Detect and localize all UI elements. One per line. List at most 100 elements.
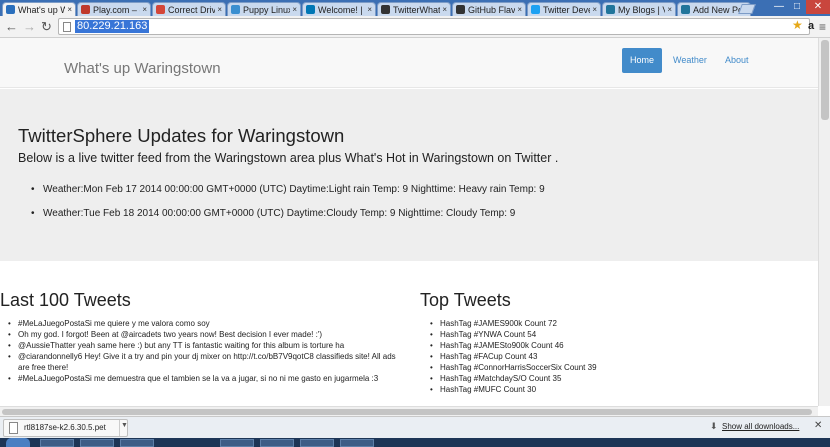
tab-label: My Blogs | V <box>618 4 666 15</box>
vertical-scrollbar[interactable] <box>818 38 830 406</box>
download-item[interactable]: rtl8187se-k2.6.30.5.pet ▼ <box>3 419 128 437</box>
os-taskbar <box>0 438 830 447</box>
taskbar-app[interactable] <box>40 439 74 447</box>
reload-icon[interactable]: ↻ <box>41 19 52 35</box>
hashtag-item: HashTag #MatchdayS/O Count 35 <box>430 373 810 384</box>
weather-list: Weather:Mon Feb 17 2014 00:00:00 GMT+000… <box>31 184 545 232</box>
browser-tab[interactable]: Puppy Linux × <box>227 2 301 16</box>
hashtag-item: HashTag #ConnorHarrisSoccerSix Count 39 <box>430 362 810 373</box>
tab-label: Puppy Linux <box>243 4 291 15</box>
gmail-icon <box>156 5 165 14</box>
forward-icon[interactable]: → <box>23 19 36 35</box>
tab-close-icon[interactable]: × <box>592 5 597 14</box>
browser-toolbar: ← → ↻ 80.229.21.163 <box>0 16 830 38</box>
minimize-icon[interactable]: — <box>770 0 788 14</box>
browser-tab[interactable]: Twitter Deve × <box>527 2 601 16</box>
nav-home[interactable]: Home <box>622 48 662 73</box>
tweets-title: Last 100 Tweets <box>0 290 131 310</box>
tab-close-icon[interactable]: × <box>217 5 222 14</box>
url-text[interactable]: 80.229.21.163 <box>75 20 150 33</box>
browser-tab[interactable]: Welcome! | l × <box>302 2 376 16</box>
tab-close-icon[interactable]: × <box>667 5 672 14</box>
site-brand[interactable]: What's up Waringstown <box>64 60 221 77</box>
bookmark-star-icon[interactable]: ★ <box>792 18 803 32</box>
page-icon <box>63 22 71 32</box>
address-bar[interactable]: 80.229.21.163 <box>58 18 810 35</box>
browser-tab[interactable]: My Blogs | V × <box>602 2 676 16</box>
browser-tab[interactable]: What's up W × <box>2 2 76 16</box>
browser-tab[interactable]: TwitterWhat × <box>377 2 451 16</box>
tab-label: GitHub Flavo <box>468 4 516 15</box>
tweet-item: #MeLaJuegoPostaSi me demuestra que el ta… <box>8 373 400 384</box>
hashtag-item: HashTag #YNWA Count 54 <box>430 329 810 340</box>
tweet-item: Oh my god. I forgot! Been at @aircadets … <box>8 329 400 340</box>
top-tweets-title: Top Tweets <box>420 290 511 310</box>
close-window-icon[interactable]: ✕ <box>806 0 830 14</box>
chevron-down-icon[interactable]: ▼ <box>121 422 128 429</box>
hashtag-list: HashTag #JAMES900k Count 72 HashTag #YNW… <box>420 318 810 395</box>
taskbar-app[interactable] <box>340 439 374 447</box>
tweets-column: Last 100 Tweets #MeLaJuegoPostaSi me qui… <box>0 290 400 384</box>
tab-close-icon[interactable]: × <box>67 5 72 14</box>
weather-item: Weather:Tue Feb 18 2014 00:00:00 GMT+000… <box>31 208 545 232</box>
taskbar-app[interactable] <box>220 439 254 447</box>
tab-close-icon[interactable]: × <box>292 5 297 14</box>
horizontal-scrollbar[interactable] <box>0 406 818 416</box>
tweet-item: #MeLaJuegoPostaSi me quiere y me valora … <box>8 318 400 329</box>
page-viewport: What's up Waringstown Home Weather About… <box>0 38 818 406</box>
tab-label: What's up W <box>18 4 66 15</box>
tab-label: Add New Po <box>693 4 741 15</box>
wordpress-icon <box>606 5 615 14</box>
nav-weather[interactable]: Weather <box>673 48 707 73</box>
amazon-extension-icon[interactable]: a <box>808 20 814 32</box>
tab-label: Correct Driv <box>168 4 216 15</box>
tab-strip: What's up W × Play.com – (× Correct Driv × Pu… <box>0 0 830 16</box>
taskbar-app[interactable] <box>120 439 154 447</box>
top-tweets-column: Top Tweets HashTag #JAMES900k Count 72 H… <box>420 290 810 395</box>
tab-label: Play.com – ( <box>93 4 141 15</box>
tab-label: Twitter Deve <box>543 4 591 15</box>
taskbar-app[interactable] <box>260 439 294 447</box>
tweet-item: @AussieThatter yeah same here :) but any… <box>8 340 400 351</box>
hashtag-item: HashTag #FACup Count 43 <box>430 351 810 362</box>
wordpress-icon <box>681 5 690 14</box>
tab-close-icon[interactable]: × <box>142 5 147 14</box>
jumbotron: TwitterSphere Updates for Waringstown Be… <box>0 89 818 261</box>
horizontal-scroll-thumb[interactable] <box>2 409 812 415</box>
download-shelf: rtl8187se-k2.6.30.5.pet ▼ ⬇ Show all dow… <box>0 416 830 438</box>
browser-tab[interactable]: Correct Driv × <box>152 2 226 16</box>
divider <box>119 420 120 436</box>
file-icon <box>9 422 18 434</box>
github-icon <box>381 5 390 14</box>
vertical-scroll-thumb[interactable] <box>821 40 829 120</box>
tab-close-icon[interactable]: × <box>442 5 447 14</box>
hashtag-item: HashTag #MUFC Count 30 <box>430 384 810 395</box>
browser-tab[interactable]: GitHub Flavo × <box>452 2 526 16</box>
page-title: TwitterSphere Updates for Waringstown <box>18 125 345 146</box>
linkedin-icon <box>306 5 315 14</box>
browser-tab[interactable]: Play.com – (× <box>77 2 151 16</box>
puppy-icon <box>231 5 240 14</box>
back-icon[interactable]: ← <box>5 19 18 35</box>
tab-close-icon[interactable]: × <box>367 5 372 14</box>
close-icon[interactable]: ✕ <box>814 420 822 431</box>
download-icon: ⬇ <box>710 421 718 431</box>
menu-icon[interactable]: ≡ <box>819 20 826 34</box>
hashtag-item: HashTag #JAMESto900k Count 46 <box>430 340 810 351</box>
tab-label: TwitterWhat <box>393 4 441 15</box>
tab-label: Welcome! | l <box>318 4 366 15</box>
start-button[interactable] <box>6 438 30 447</box>
tab-close-icon[interactable]: × <box>517 5 522 14</box>
taskbar-app[interactable] <box>80 439 114 447</box>
tweet-item: @ciarandonnelly6 Hey! Give it a try and … <box>8 351 400 373</box>
maximize-icon[interactable]: □ <box>788 0 806 14</box>
play-icon <box>81 5 90 14</box>
download-filename[interactable]: rtl8187se-k2.6.30.5.pet <box>24 423 106 432</box>
new-tab-button[interactable] <box>738 4 756 14</box>
hashtag-item: HashTag #JAMES900k Count 72 <box>430 318 810 329</box>
nav-about[interactable]: About <box>725 48 749 73</box>
taskbar-app[interactable] <box>300 439 334 447</box>
show-all-downloads-link[interactable]: Show all downloads... <box>722 422 799 431</box>
twitter-icon <box>531 5 540 14</box>
tweet-list: #MeLaJuegoPostaSi me quiere y me valora … <box>0 318 400 384</box>
